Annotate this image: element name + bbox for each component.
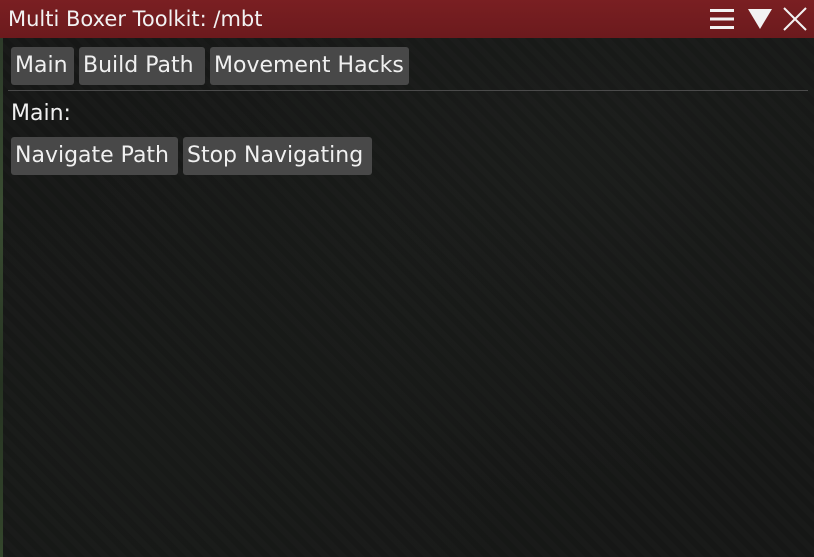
triangle-down-icon[interactable]	[746, 5, 774, 33]
divider	[8, 90, 808, 91]
navigate-path-button[interactable]: Navigate Path	[11, 137, 178, 175]
window-edge-strip	[0, 38, 3, 557]
section-title: Main:	[11, 101, 71, 126]
close-icon[interactable]	[781, 5, 809, 33]
hamburger-icon[interactable]	[708, 5, 736, 33]
window-title: Multi Boxer Toolkit: /mbt	[8, 7, 263, 31]
toolkit-window: Multi Boxer Toolkit: /mbt Main Build Pat…	[0, 0, 814, 557]
tab-build-path[interactable]: Build Path	[79, 47, 205, 85]
tab-main[interactable]: Main	[11, 47, 74, 85]
title-bar[interactable]: Multi Boxer Toolkit: /mbt	[0, 0, 814, 38]
tab-movement-hacks[interactable]: Movement Hacks	[210, 47, 409, 85]
stop-navigating-button[interactable]: Stop Navigating	[183, 137, 372, 175]
